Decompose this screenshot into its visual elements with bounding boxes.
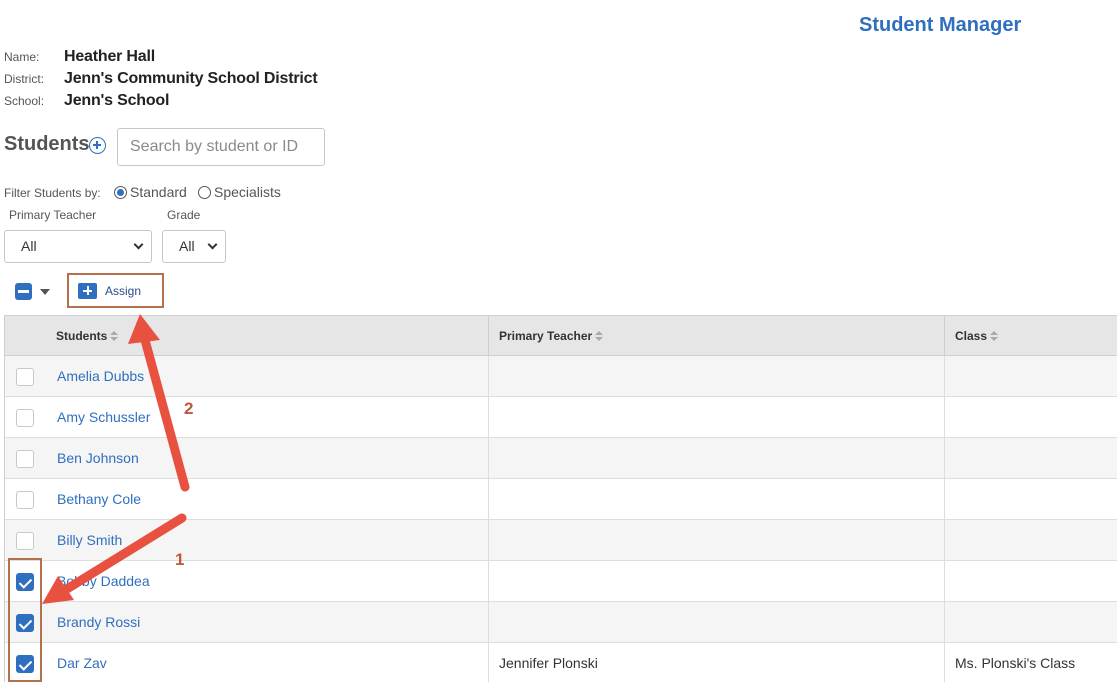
info-label-school: School: [4, 94, 45, 108]
student-name-link[interactable]: Ben Johnson [57, 438, 139, 478]
table-row: Dar Zav Jennifer Plonski Ms. Plonski's C… [5, 643, 1117, 682]
chevron-down-icon [207, 239, 218, 250]
info-label-district: District: [4, 72, 44, 86]
primary-teacher-select[interactable]: All [4, 230, 152, 263]
filter-label: Filter Students by: [4, 186, 101, 200]
row-checkbox[interactable] [16, 450, 34, 468]
info-value-school: Jenn's School [64, 92, 170, 109]
column-divider [488, 397, 489, 438]
app-title: Student Manager [859, 14, 1022, 36]
row-checkbox[interactable] [16, 368, 34, 386]
info-school-row: School: Jenn's School [4, 92, 169, 110]
primary-teacher-cell: Jennifer Plonski [499, 655, 598, 671]
table-row: Bethany Cole [5, 479, 1117, 520]
filter-standard-label[interactable]: Standard [130, 184, 187, 200]
add-student-icon[interactable] [89, 137, 106, 154]
column-header-class[interactable]: Class [955, 316, 999, 356]
column-divider [944, 643, 945, 682]
column-divider [488, 479, 489, 520]
column-header-teacher[interactable]: Primary Teacher [499, 316, 604, 356]
info-label-name: Name: [4, 50, 40, 64]
select-all-checkbox[interactable] [15, 283, 32, 300]
column-divider [488, 438, 489, 479]
student-name-link[interactable]: Dar Zav [57, 643, 107, 682]
column-divider [944, 479, 945, 520]
class-cell: Ms. Plonski's Class [955, 655, 1076, 671]
column-divider [944, 397, 945, 438]
student-name-link[interactable]: Billy Smith [57, 520, 122, 560]
column-divider [944, 602, 945, 643]
grade-label: Grade [167, 208, 201, 222]
column-divider [488, 316, 489, 356]
column-divider [488, 520, 489, 561]
select-menu-caret-icon[interactable] [40, 289, 50, 295]
column-divider [944, 561, 945, 602]
column-divider [944, 316, 945, 356]
plus-icon [78, 282, 97, 299]
row-checkbox[interactable] [16, 409, 34, 427]
column-divider [944, 520, 945, 561]
students-table: Students Primary Teacher Class Amelia Du… [4, 315, 1117, 682]
column-divider [488, 356, 489, 397]
column-header-class-label: Class [955, 329, 988, 343]
row-checkbox[interactable] [16, 491, 34, 509]
assign-button[interactable]: Assign [67, 273, 164, 308]
table-row: Amy Schussler [5, 397, 1117, 438]
primary-teacher-value: All [21, 238, 37, 254]
annotation-step-2: 2 [184, 399, 194, 418]
info-district-row: District: Jenn's Community School Distri… [4, 70, 318, 88]
column-header-teacher-label: Primary Teacher [499, 329, 593, 343]
column-header-students[interactable]: Students [56, 316, 119, 356]
column-divider [944, 438, 945, 479]
grade-select[interactable]: All [162, 230, 226, 263]
table-header: Students Primary Teacher Class [5, 316, 1117, 356]
table-row: Ben Johnson [5, 438, 1117, 479]
search-input[interactable] [117, 128, 325, 166]
column-divider [488, 561, 489, 602]
table-row: Amelia Dubbs [5, 356, 1117, 397]
info-value-name: Heather Hall [64, 48, 155, 65]
table-row: Bobby Daddea [5, 561, 1117, 602]
filter-specialists-label[interactable]: Specialists [214, 184, 281, 200]
row-checkbox[interactable] [16, 532, 34, 550]
grade-value: All [179, 238, 195, 254]
sort-icon [595, 330, 604, 341]
primary-teacher-label: Primary Teacher [9, 208, 97, 222]
column-header-students-label: Students [56, 329, 108, 343]
annotation-highlight-box [8, 558, 42, 682]
student-name-link[interactable]: Brandy Rossi [57, 602, 140, 642]
sort-icon [110, 330, 119, 341]
student-name-link[interactable]: Amelia Dubbs [57, 356, 144, 396]
sort-icon [990, 330, 999, 341]
info-value-district: Jenn's Community School District [64, 70, 318, 87]
info-name-row: Name: Heather Hall [4, 48, 155, 66]
table-row: Brandy Rossi [5, 602, 1117, 643]
students-heading: Students [4, 133, 90, 155]
student-name-link[interactable]: Bethany Cole [57, 479, 141, 519]
student-name-link[interactable]: Bobby Daddea [57, 561, 150, 601]
student-name-link[interactable]: Amy Schussler [57, 397, 150, 437]
assign-label: Assign [105, 283, 142, 298]
filter-standard-radio[interactable] [114, 186, 127, 199]
table-row: Billy Smith [5, 520, 1117, 561]
column-divider [488, 602, 489, 643]
filter-specialists-radio[interactable] [198, 186, 211, 199]
annotation-step-1: 1 [175, 550, 185, 569]
column-divider [944, 356, 945, 397]
column-divider [488, 643, 489, 682]
chevron-down-icon [133, 239, 144, 250]
